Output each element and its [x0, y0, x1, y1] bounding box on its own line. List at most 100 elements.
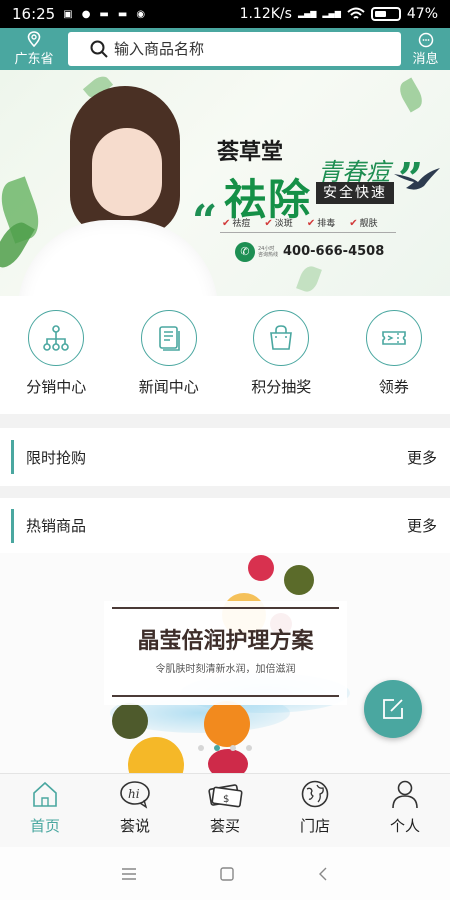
- tab-talk[interactable]: hi 荟说: [90, 774, 180, 847]
- phone-icon: ✆: [235, 242, 255, 262]
- home-square-icon[interactable]: [219, 866, 235, 882]
- section-accent-bar: [11, 440, 14, 474]
- section-title: 热销商品: [26, 517, 87, 535]
- hot-products-header: 热销商品 更多: [0, 498, 450, 553]
- tab-label: 首页: [29, 817, 60, 835]
- news-icon: [140, 310, 197, 366]
- fruit-image: [112, 703, 148, 739]
- feature-item: 靓肤: [349, 216, 378, 229]
- edit-icon: [383, 699, 403, 719]
- quick-nav-label: 积分抽奖: [251, 378, 312, 396]
- quick-nav-news[interactable]: 新闻中心: [113, 296, 226, 414]
- home-icon: [33, 781, 57, 807]
- quick-nav: 分销中心 新闻中心 积分抽奖 领券: [0, 296, 450, 414]
- notification-icon: ▣: [63, 8, 73, 20]
- berry-image: [248, 555, 274, 581]
- section-accent-bar: [11, 508, 14, 543]
- card-top-line: [112, 607, 339, 609]
- location-pin-icon: [27, 31, 41, 47]
- search-icon: [90, 40, 108, 58]
- tab-label: 荟说: [119, 817, 150, 835]
- feature-item: 淡斑: [264, 216, 293, 229]
- model-lace-top: [18, 220, 218, 296]
- quick-nav-distribution[interactable]: 分销中心: [0, 296, 113, 414]
- tab-store[interactable]: 门店: [270, 774, 360, 847]
- svg-text:$: $: [223, 794, 229, 805]
- section-gap: [0, 414, 450, 428]
- orange-slice-image: [128, 737, 184, 773]
- leaf-decoration: [395, 77, 427, 113]
- buy-icon: $: [208, 784, 243, 808]
- back-icon[interactable]: [317, 866, 329, 882]
- product-title-card: 晶莹倍润护理方案 令肌肤时刻清新水润，加倍滋润: [104, 601, 347, 705]
- quote-mark-open: “: [192, 196, 218, 247]
- eye-status-icon: ◉: [136, 8, 146, 20]
- flash-sale-header: 限时抢购 更多: [0, 428, 450, 486]
- banner-features: 祛痘 淡斑 排毒 靓肤: [222, 216, 378, 229]
- edit-fab-button[interactable]: [364, 680, 422, 738]
- distribution-icon: [28, 310, 85, 366]
- banner-divider: [220, 232, 396, 233]
- globe-icon: [301, 780, 329, 808]
- product-carousel[interactable]: 晶莹倍润护理方案 令肌肤时刻清新水润，加倍滋润: [0, 553, 450, 773]
- status-bar: 16:25 ▣ ● ▬ ▬ ◉ 1.12K/s ▂▄▆ ▂▄▆ 47%: [0, 0, 450, 28]
- feature-item: 排毒: [307, 216, 335, 229]
- message-label: 消息: [412, 51, 439, 67]
- product-title: 晶莹倍润护理方案: [137, 628, 314, 654]
- swallow-bird-icon: [394, 168, 440, 190]
- quick-nav-coupon[interactable]: 领券: [338, 296, 450, 414]
- carousel-dot-active[interactable]: [214, 745, 220, 751]
- banner-badge: 安全快速: [316, 182, 394, 204]
- wifi-icon: [347, 7, 365, 19]
- message-status-icon: ▬: [99, 8, 109, 20]
- promo-banner[interactable]: 荟草堂 青春痘 “ 祛除 ” 安全快速 祛痘 淡斑 排毒 靓肤 ✆ 24小时咨询…: [0, 70, 450, 296]
- flash-sale-more-link[interactable]: 更多: [407, 447, 437, 468]
- quick-nav-label: 分销中心: [26, 378, 87, 396]
- carousel-dot[interactable]: [198, 745, 204, 751]
- status-notification-icons: ▣ ● ▬ ▬ ◉: [63, 9, 145, 20]
- system-nav-bar: [0, 847, 450, 900]
- hot-products-more-link[interactable]: 更多: [407, 515, 437, 536]
- quick-nav-label: 新闻中心: [138, 378, 199, 396]
- signal-icon: ▂▄▆: [297, 9, 317, 18]
- menu-icon[interactable]: [121, 867, 137, 881]
- carousel-dot[interactable]: [230, 745, 236, 751]
- orange-slice-image: [204, 701, 250, 747]
- message-button[interactable]: 消息: [401, 32, 450, 67]
- location-status-icon: ●: [81, 8, 91, 20]
- signal-icon: ▂▄▆: [322, 9, 341, 18]
- tab-label: 门店: [299, 817, 330, 835]
- model-face: [92, 128, 162, 216]
- battery-percent: 47%: [406, 6, 438, 22]
- carousel-dot[interactable]: [246, 745, 252, 751]
- carousel-indicator: [198, 745, 252, 751]
- tab-profile[interactable]: 个人: [360, 774, 450, 847]
- hotline-number: 400-666-4508: [283, 244, 385, 259]
- location-selector[interactable]: 广东省: [0, 31, 68, 67]
- chat-bubble-icon: [418, 32, 433, 47]
- battery-icon: [370, 7, 401, 21]
- search-input[interactable]: [114, 40, 354, 58]
- network-speed: 1.12K/s: [239, 6, 292, 22]
- card-bottom-line: [112, 695, 339, 697]
- banner-brand: 荟草堂: [217, 139, 284, 165]
- section-title: 限时抢购: [26, 448, 87, 467]
- search-box[interactable]: [68, 32, 401, 66]
- section-gap: [0, 486, 450, 498]
- tab-buy[interactable]: $ 荟买: [180, 774, 270, 847]
- fruit-image: [284, 565, 314, 595]
- bottom-tab-bar: 首页 hi 荟说 $ 荟买 门店 个人: [0, 773, 450, 847]
- quick-nav-lottery[interactable]: 积分抽奖: [225, 296, 338, 414]
- status-time: 16:25: [12, 5, 56, 23]
- tab-home[interactable]: 首页: [0, 774, 90, 847]
- app-header: 广东省 消息: [0, 28, 450, 70]
- dragonfruit-image: [208, 749, 248, 773]
- product-subtitle: 令肌肤时刻清新水润，加倍滋润: [155, 664, 296, 675]
- tab-label: 荟买: [209, 817, 240, 835]
- leaf-decoration: [296, 263, 322, 295]
- feature-item: 祛痘: [222, 216, 250, 229]
- hotline-label: 24小时咨询热线: [258, 246, 279, 258]
- lottery-bag-icon: [253, 310, 310, 366]
- location-label: 广东省: [14, 52, 54, 67]
- coupon-icon: [365, 310, 422, 366]
